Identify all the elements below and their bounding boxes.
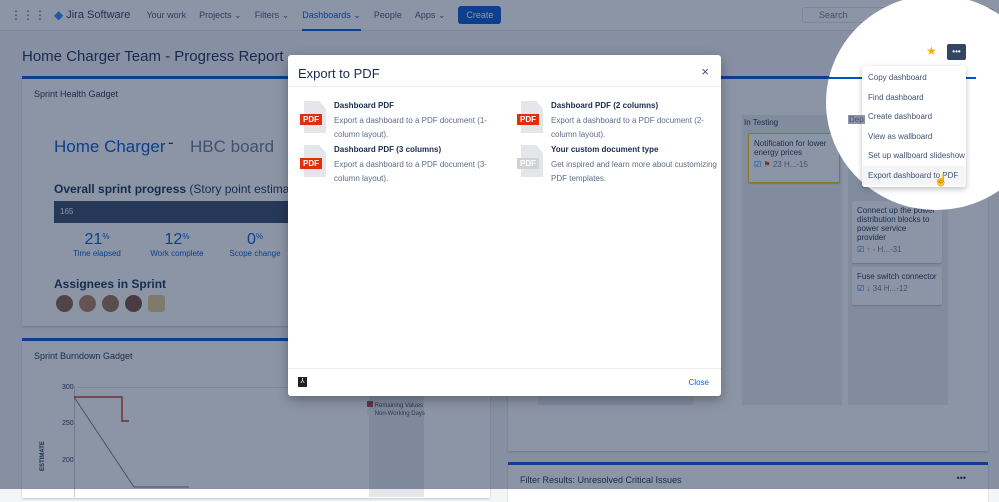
menu-item-export-pdf[interactable]: Export dashboard to PDF [862,165,966,185]
option-title: Dashboard PDF (2 columns) [551,101,659,110]
menu-item-create-dashboard[interactable]: Create dashboard [862,107,966,127]
dashboard-actions-menu: Copy dashboard Find dashboard Create das… [862,66,966,187]
option-dashboard-pdf-3-columns[interactable]: PDF Dashboard PDF (3 columns) Export a das… [300,145,500,184]
pdf-file-icon: PDF [300,101,330,135]
dialog-title: Export to PDF [298,66,380,81]
option-dashboard-pdf-2-columns[interactable]: PDF Dashboard PDF (2 columns) Export a das… [517,101,717,140]
option-title: Dashboard PDF (3 columns) [334,145,442,154]
pdf-file-icon: PDF [517,101,547,135]
column-title: Dep [848,115,865,124]
export-pdf-dialog: Export to PDF × PDF Dashboard PDF Export a… [288,55,721,396]
pdf-file-icon: PDF [517,145,547,179]
option-desc: Export a dashboard to a PDF document (2-… [551,116,704,139]
option-custom-document-type[interactable]: PDF Your custom document type Get inspired… [517,145,717,184]
menu-item-copy-dashboard[interactable]: Copy dashboard [862,68,966,88]
menu-item-wallboard-slideshow[interactable]: Set up wallboard slideshow [862,146,966,166]
menu-item-find-dashboard[interactable]: Find dashboard [862,88,966,108]
option-desc: Export a dashboard to a PDF document (1-… [334,116,487,139]
option-dashboard-pdf[interactable]: PDF Dashboard PDF Export a dashboard to a … [300,101,500,140]
pdf-file-icon: PDF [300,145,330,179]
close-icon[interactable]: × [701,64,709,79]
more-actions-button[interactable]: ••• [947,44,966,60]
option-title: Dashboard PDF [334,101,395,110]
option-desc: Export a dashboard to a PDF document (3-… [334,160,487,183]
menu-item-view-as-wallboard[interactable]: View as wallboard [862,127,966,147]
close-button[interactable]: Close [689,378,709,387]
option-title: Your custom document type [551,145,659,154]
option-desc: Get inspired and learn more about custom… [551,160,717,183]
hand-cursor-icon: ☝ [934,175,948,187]
adobe-pdf-icon: ⅄ [298,377,307,387]
star-icon[interactable]: ★ [926,44,937,58]
